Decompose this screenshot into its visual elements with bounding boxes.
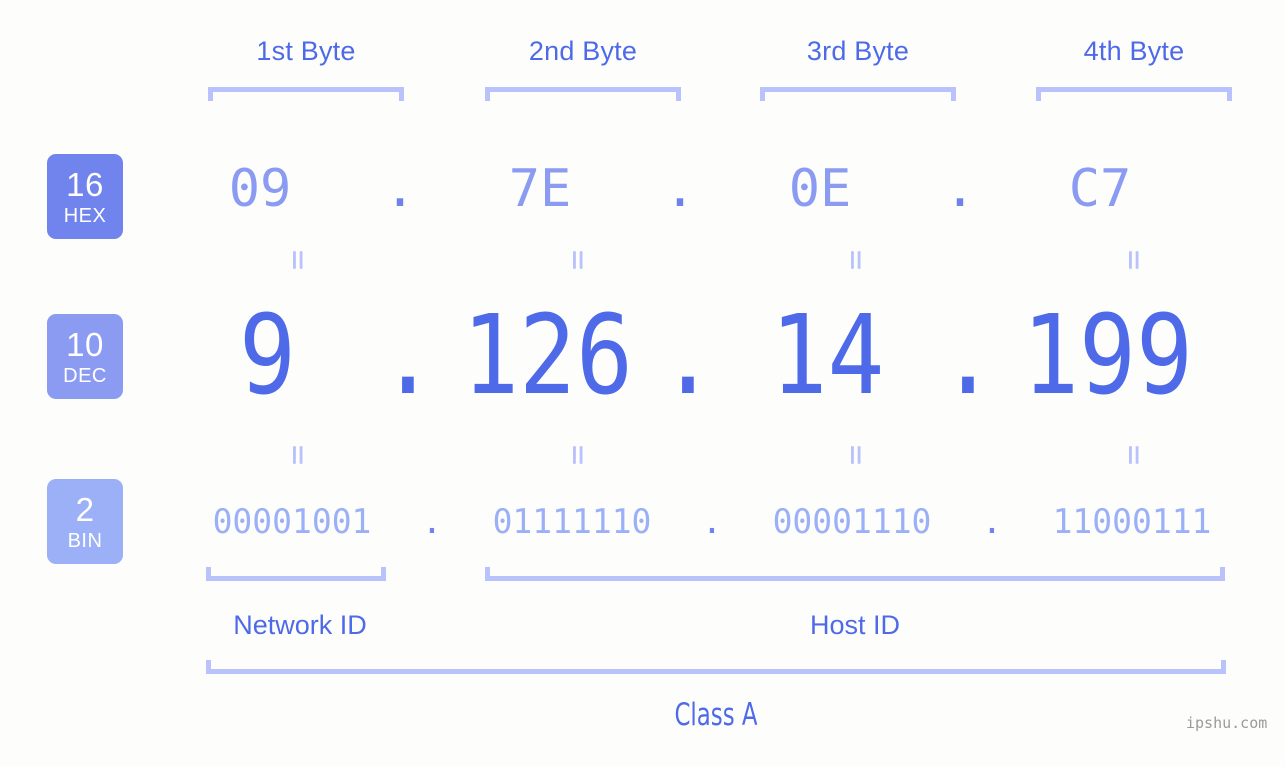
equals-mark-hex-dec-2: = — [558, 249, 599, 271]
dec-octet-4: 199 — [1022, 291, 1193, 419]
byte-header-2: 2nd Byte — [528, 36, 638, 66]
base-badge-hex-abbr: HEX — [63, 204, 107, 227]
hex-separator-2: . — [664, 159, 696, 219]
bin-separator-2: . — [701, 502, 723, 542]
byte-bracket-1 — [208, 87, 404, 101]
equals-mark-hex-dec-3: = — [836, 249, 877, 271]
bin-octet-4: 11000111 — [1052, 502, 1212, 542]
byte-bracket-2 — [485, 87, 681, 101]
hex-octet-3: 0E — [788, 159, 852, 219]
network-id-label: Network ID — [233, 610, 367, 640]
dec-separator-1: . — [379, 291, 437, 419]
equals-mark-hex-dec-1: = — [278, 249, 319, 271]
byte-bracket-4 — [1036, 87, 1232, 101]
equals-mark-hex-dec-4: = — [1114, 249, 1155, 271]
base-badge-hex: 16 HEX — [47, 154, 123, 239]
host-id-label: Host ID — [809, 610, 901, 640]
hex-value-row: 09 . 7E . 0E . C7 — [160, 150, 1250, 228]
host-id-bracket — [485, 567, 1225, 581]
hex-separator-3: . — [944, 159, 976, 219]
dec-separator-3: . — [939, 291, 997, 419]
base-badge-bin-abbr: BIN — [67, 529, 103, 552]
byte-header-4: 4th Byte — [1083, 36, 1185, 66]
dec-octet-2: 126 — [462, 291, 633, 419]
base-badge-dec-abbr: DEC — [63, 364, 107, 387]
dec-octet-3: 14 — [770, 291, 885, 419]
equals-mark-dec-bin-3: = — [836, 444, 877, 466]
byte-header-1: 1st Byte — [256, 36, 356, 66]
hex-separator-1: . — [384, 159, 416, 219]
ip-address-breakdown-diagram: 1st Byte 2nd Byte 3rd Byte 4th Byte 16 H… — [0, 0, 1285, 767]
bin-value-row: 00001001 . 01111110 . 00001110 . 1100011… — [188, 492, 1238, 552]
base-badge-dec: 10 DEC — [47, 314, 123, 399]
dec-value-row: 9 . 126 . 14 . 199 — [160, 291, 1250, 419]
base-badge-bin: 2 BIN — [47, 479, 123, 564]
equals-mark-dec-bin-2: = — [558, 444, 599, 466]
equals-mark-dec-bin-1: = — [278, 444, 319, 466]
bin-separator-1: . — [421, 502, 443, 542]
byte-bracket-3 — [760, 87, 956, 101]
hex-octet-2: 7E — [508, 159, 572, 219]
class-label: Class A — [674, 697, 758, 733]
equals-mark-dec-bin-4: = — [1114, 444, 1155, 466]
base-badge-hex-number: 16 — [66, 165, 104, 203]
hex-octet-4: C7 — [1068, 159, 1132, 219]
bin-octet-2: 01111110 — [492, 502, 652, 542]
network-id-bracket — [206, 567, 386, 581]
watermark: ipshu.com — [1186, 714, 1268, 732]
bin-separator-3: . — [981, 502, 1003, 542]
hex-octet-1: 09 — [228, 159, 292, 219]
dec-octet-1: 9 — [239, 291, 296, 419]
class-bracket — [206, 660, 1226, 674]
base-badge-bin-number: 2 — [75, 490, 95, 528]
dec-separator-2: . — [659, 291, 717, 419]
bin-octet-1: 00001001 — [212, 502, 372, 542]
base-badge-dec-number: 10 — [66, 325, 104, 363]
bin-octet-3: 00001110 — [772, 502, 932, 542]
byte-header-3: 3rd Byte — [806, 36, 910, 66]
